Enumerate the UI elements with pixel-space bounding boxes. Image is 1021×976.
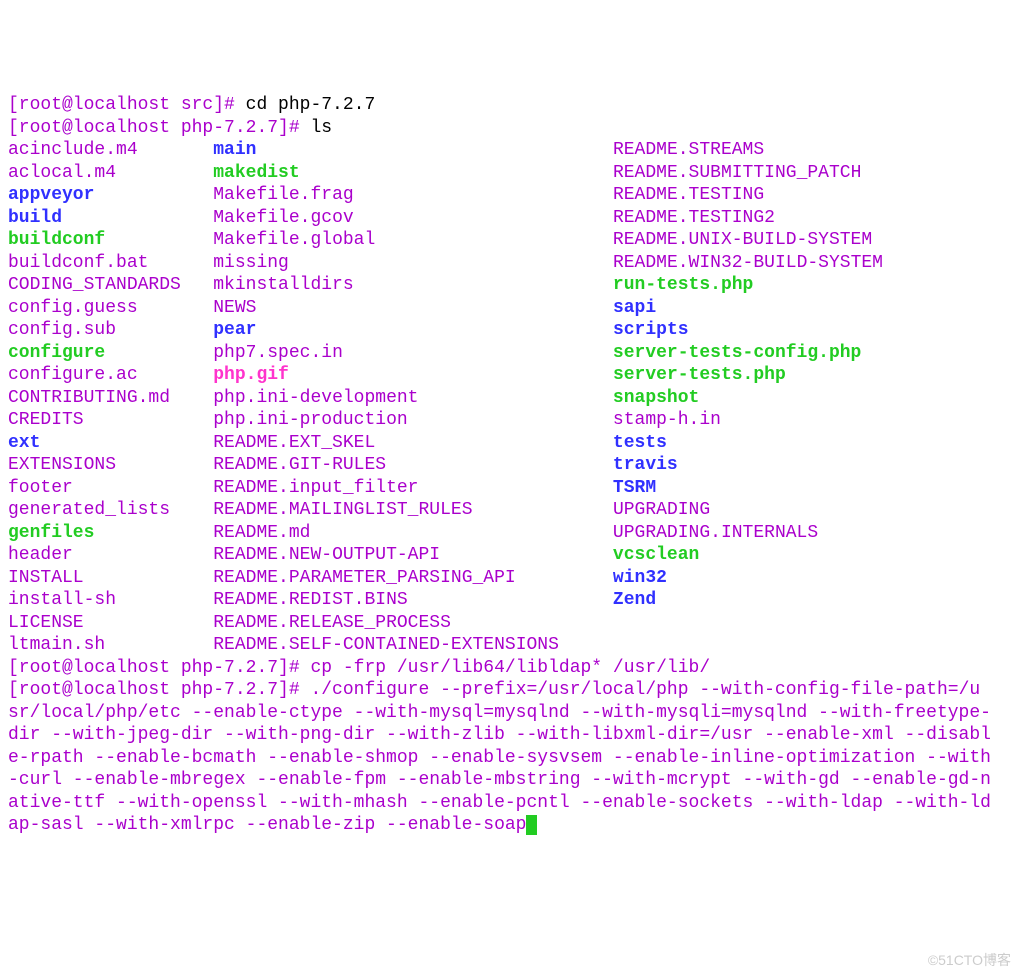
command-text: dir --with-jpeg-dir --with-png-dir --wit… <box>8 725 991 745</box>
file-entry: php.ini-production <box>213 410 407 430</box>
file-entry: server-tests.php <box>613 365 786 385</box>
file-entry: vcsclean <box>613 545 699 565</box>
file-entry: generated_lists <box>8 500 170 520</box>
file-entry: genfiles <box>8 523 94 543</box>
file-entry: snapshot <box>613 388 699 408</box>
file-entry: README.WIN32-BUILD-SYSTEM <box>613 253 883 273</box>
file-entry: configure <box>8 343 105 363</box>
file-entry: README.STREAMS <box>613 140 764 160</box>
file-entry: acinclude.m4 <box>8 140 138 160</box>
file-entry: EXTENSIONS <box>8 455 116 475</box>
file-entry: buildconf <box>8 230 105 250</box>
file-entry: README.SUBMITTING_PATCH <box>613 163 861 183</box>
file-entry: TSRM <box>613 478 656 498</box>
file-entry: makedist <box>213 163 299 183</box>
file-entry: footer <box>8 478 73 498</box>
file-entry: README.REDIST.BINS <box>213 590 407 610</box>
file-entry: README.RELEASE_PROCESS <box>213 613 451 633</box>
file-entry: config.sub <box>8 320 116 340</box>
file-entry: ext <box>8 433 40 453</box>
file-entry: php.ini-development <box>213 388 418 408</box>
file-entry: README.NEW-OUTPUT-API <box>213 545 440 565</box>
file-entry: UPGRADING <box>613 500 710 520</box>
file-entry: stamp-h.in <box>613 410 721 430</box>
file-entry: scripts <box>613 320 689 340</box>
file-entry: php7.spec.in <box>213 343 343 363</box>
file-entry: php.gif <box>213 365 289 385</box>
file-entry: appveyor <box>8 185 94 205</box>
command-text: sr/local/php/etc --enable-ctype --with-m… <box>8 703 991 723</box>
file-entry: NEWS <box>213 298 256 318</box>
file-entry: sapi <box>613 298 656 318</box>
file-entry: pear <box>213 320 256 340</box>
file-entry: win32 <box>613 568 667 588</box>
file-entry: README.PARAMETER_PARSING_API <box>213 568 515 588</box>
file-entry: header <box>8 545 73 565</box>
file-entry: buildconf.bat <box>8 253 148 273</box>
terminal-output[interactable]: [root@localhost src]# cd php-7.2.7 [root… <box>8 94 1013 837</box>
file-entry: CODING_STANDARDS <box>8 275 181 295</box>
file-entry: ltmain.sh <box>8 635 105 655</box>
file-entry: LICENSE <box>8 613 84 633</box>
file-entry: config.guess <box>8 298 138 318</box>
command-text: cp -frp /usr/lib64/libldap* /usr/lib/ <box>300 658 710 678</box>
file-entry: INSTALL <box>8 568 84 588</box>
file-entry: README.GIT-RULES <box>213 455 386 475</box>
file-entry: aclocal.m4 <box>8 163 116 183</box>
prompt: [root@localhost php-7.2.7]# <box>8 680 300 700</box>
file-entry: Zend <box>613 590 656 610</box>
file-entry: build <box>8 208 62 228</box>
file-entry: CONTRIBUTING.md <box>8 388 170 408</box>
command-text: ap-sasl --with-xmlrpc --enable-zip --ena… <box>8 815 526 835</box>
file-entry: Makefile.frag <box>213 185 353 205</box>
prompt: [root@localhost php-7.2.7]# <box>8 658 300 678</box>
file-entry: README.TESTING2 <box>613 208 775 228</box>
file-entry: main <box>213 140 256 160</box>
file-entry: run-tests.php <box>613 275 753 295</box>
file-entry: README.SELF-CONTAINED-EXTENSIONS <box>213 635 559 655</box>
command-text: ./configure --prefix=/usr/local/php --wi… <box>300 680 981 700</box>
command-text: e-rpath --enable-bcmath --enable-shmop -… <box>8 748 991 768</box>
prompt: [root@localhost php-7.2.7]# <box>8 118 300 138</box>
file-entry: Makefile.global <box>213 230 375 250</box>
file-entry: install-sh <box>8 590 116 610</box>
file-entry: UPGRADING.INTERNALS <box>613 523 818 543</box>
file-entry: Makefile.gcov <box>213 208 353 228</box>
command-text: cd php-7.2.7 <box>235 95 375 115</box>
file-entry: configure.ac <box>8 365 138 385</box>
command-text: ative-ttf --with-openssl --with-mhash --… <box>8 793 991 813</box>
command-text: ls <box>300 118 332 138</box>
file-entry: README.MAILINGLIST_RULES <box>213 500 472 520</box>
file-entry: README.TESTING <box>613 185 764 205</box>
watermark: ©51CTO博客 <box>928 949 1011 972</box>
file-entry: travis <box>613 455 678 475</box>
file-entry: mkinstalldirs <box>213 275 353 295</box>
prompt: [root@localhost src]# <box>8 95 235 115</box>
command-text: -curl --enable-mbregex --enable-fpm --en… <box>8 770 991 790</box>
file-entry: tests <box>613 433 667 453</box>
cursor <box>526 815 537 835</box>
file-entry: README.EXT_SKEL <box>213 433 375 453</box>
file-entry: CREDITS <box>8 410 84 430</box>
file-entry: server-tests-config.php <box>613 343 861 363</box>
file-entry: missing <box>213 253 289 273</box>
file-entry: README.md <box>213 523 310 543</box>
file-entry: README.input_filter <box>213 478 418 498</box>
file-entry: README.UNIX-BUILD-SYSTEM <box>613 230 872 250</box>
